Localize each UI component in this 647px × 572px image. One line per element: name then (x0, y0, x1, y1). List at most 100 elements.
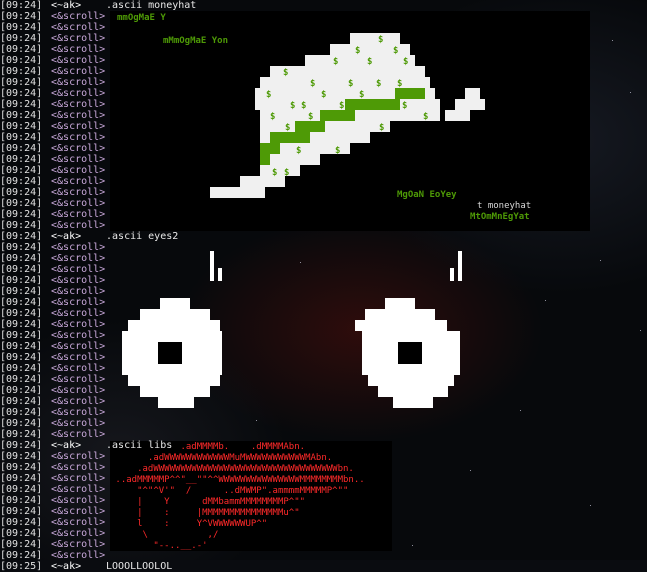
chat-line: [09:25] <~ak> LOOOLLOOLOL (0, 561, 196, 572)
timestamp: [09:24] (0, 319, 43, 330)
dollar-sign: $ (321, 90, 327, 100)
dollar-sign: $ (403, 57, 409, 67)
timestamp: [09:24] (0, 143, 43, 154)
dollar-sign: $ (308, 112, 314, 122)
timestamp: [09:24] (0, 198, 43, 209)
nickname: <&scroll> (45, 319, 106, 330)
chat-line: [09:24] <&scroll> (0, 275, 196, 286)
moneyhat-text: MgOaN EoYey (397, 190, 457, 200)
timestamp: [09:24] (0, 451, 43, 462)
nickname: <&scroll> (45, 473, 106, 484)
star (590, 505, 591, 506)
timestamp: [09:24] (0, 66, 43, 77)
timestamp: [09:24] (0, 253, 43, 264)
nickname: <&scroll> (45, 209, 106, 220)
nickname: <&scroll> (45, 176, 106, 187)
timestamp: [09:24] (0, 396, 43, 407)
chat-line: [09:24] <&scroll> (0, 176, 196, 187)
timestamp: [09:24] (0, 539, 43, 550)
chat-line: [09:24] <&scroll> (0, 550, 196, 561)
chat-line: [09:24] <&scroll> (0, 352, 196, 363)
timestamp: [09:24] (0, 99, 43, 110)
dollar-sign: $ (285, 123, 291, 133)
nickname: <&scroll> (45, 550, 106, 561)
nickname: <&scroll> (45, 374, 106, 385)
nickname: <~ak> (45, 0, 82, 11)
chat-line: [09:24] <&scroll> (0, 154, 196, 165)
dollar-sign: $ (290, 101, 296, 111)
timestamp: [09:24] (0, 55, 43, 66)
chat-line: [09:24] <~ak> .ascii libs (0, 440, 196, 451)
chat-line: [09:24] <&scroll> (0, 297, 196, 308)
chat-line: [09:24] <&scroll> (0, 121, 196, 132)
nickname: <&scroll> (45, 462, 106, 473)
message-text: .ascii moneyhat (100, 0, 197, 11)
chat-line: [09:24] <&scroll> (0, 528, 196, 539)
nickname: <&scroll> (45, 55, 106, 66)
timestamp: [09:24] (0, 517, 43, 528)
dollar-sign: $ (270, 112, 276, 122)
dollar-sign: $ (339, 101, 345, 111)
chat-line: [09:24] <&scroll> (0, 11, 196, 22)
chat-line: [09:24] <&scroll> (0, 187, 196, 198)
chat-line: [09:24] <&scroll> (0, 462, 196, 473)
nickname: <&scroll> (45, 528, 106, 539)
dollar-sign: $ (376, 79, 382, 89)
timestamp: [09:24] (0, 220, 43, 231)
chat-line: [09:24] <~ak> .ascii moneyhat (0, 0, 196, 11)
nickname: <&scroll> (45, 341, 106, 352)
nickname: <&scroll> (45, 308, 106, 319)
nickname: <&scroll> (45, 330, 106, 341)
timestamp: [09:24] (0, 484, 43, 495)
nickname: <&scroll> (45, 143, 106, 154)
nickname: <&scroll> (45, 187, 106, 198)
chat-line: [09:24] <&scroll> (0, 330, 196, 341)
chat-line: [09:24] <&scroll> (0, 44, 196, 55)
timestamp: [09:24] (0, 341, 43, 352)
message-text: .ascii libs (100, 440, 173, 451)
timestamp: [09:24] (0, 231, 43, 242)
nickname: <&scroll> (45, 220, 106, 231)
nickname: <&scroll> (45, 517, 106, 528)
chat-line: [09:24] <&scroll> (0, 110, 196, 121)
nickname: <&scroll> (45, 242, 106, 253)
nickname: <&scroll> (45, 286, 106, 297)
dollar-sign: $ (283, 68, 289, 78)
timestamp: [09:24] (0, 275, 43, 286)
timestamp: [09:24] (0, 363, 43, 374)
dollar-sign: $ (379, 123, 385, 133)
nickname: <&scroll> (45, 121, 106, 132)
chat-line: [09:24] <&scroll> (0, 209, 196, 220)
timestamp: [09:24] (0, 33, 43, 44)
nickname: <~ak> (45, 440, 82, 451)
nickname: <&scroll> (45, 264, 106, 275)
timestamp: [09:24] (0, 11, 43, 22)
chat-line: [09:24] <&scroll> (0, 165, 196, 176)
nickname: <&scroll> (45, 165, 106, 176)
chat-line: [09:24] <&scroll> (0, 308, 196, 319)
timestamp: [09:24] (0, 264, 43, 275)
chat-line: [09:24] <&scroll> (0, 132, 196, 143)
timestamp: [09:24] (0, 22, 43, 33)
dollar-sign: $ (423, 112, 429, 122)
chat-line: [09:24] <&scroll> (0, 88, 196, 99)
timestamp: [09:24] (0, 132, 43, 143)
chat-line: [09:24] <&scroll> (0, 517, 196, 528)
chat-line: [09:24] <&scroll> (0, 396, 196, 407)
timestamp: [09:24] (0, 429, 43, 440)
message-text: LOOOLLOOLOL (100, 561, 173, 572)
timestamp: [09:24] (0, 506, 43, 517)
nickname: <&scroll> (45, 506, 106, 517)
chat-line: [09:24] <&scroll> (0, 506, 196, 517)
dollar-sign: $ (393, 46, 399, 56)
chat-line: [09:24] <&scroll> (0, 253, 196, 264)
timestamp: [09:24] (0, 44, 43, 55)
chat-line: [09:24] <&scroll> (0, 77, 196, 88)
timestamp: [09:24] (0, 154, 43, 165)
nickname: <&scroll> (45, 154, 106, 165)
nickname: <&scroll> (45, 44, 106, 55)
timestamp: [09:24] (0, 352, 43, 363)
nickname: <&scroll> (45, 11, 106, 22)
nickname: <&scroll> (45, 253, 106, 264)
timestamp: [09:24] (0, 286, 43, 297)
